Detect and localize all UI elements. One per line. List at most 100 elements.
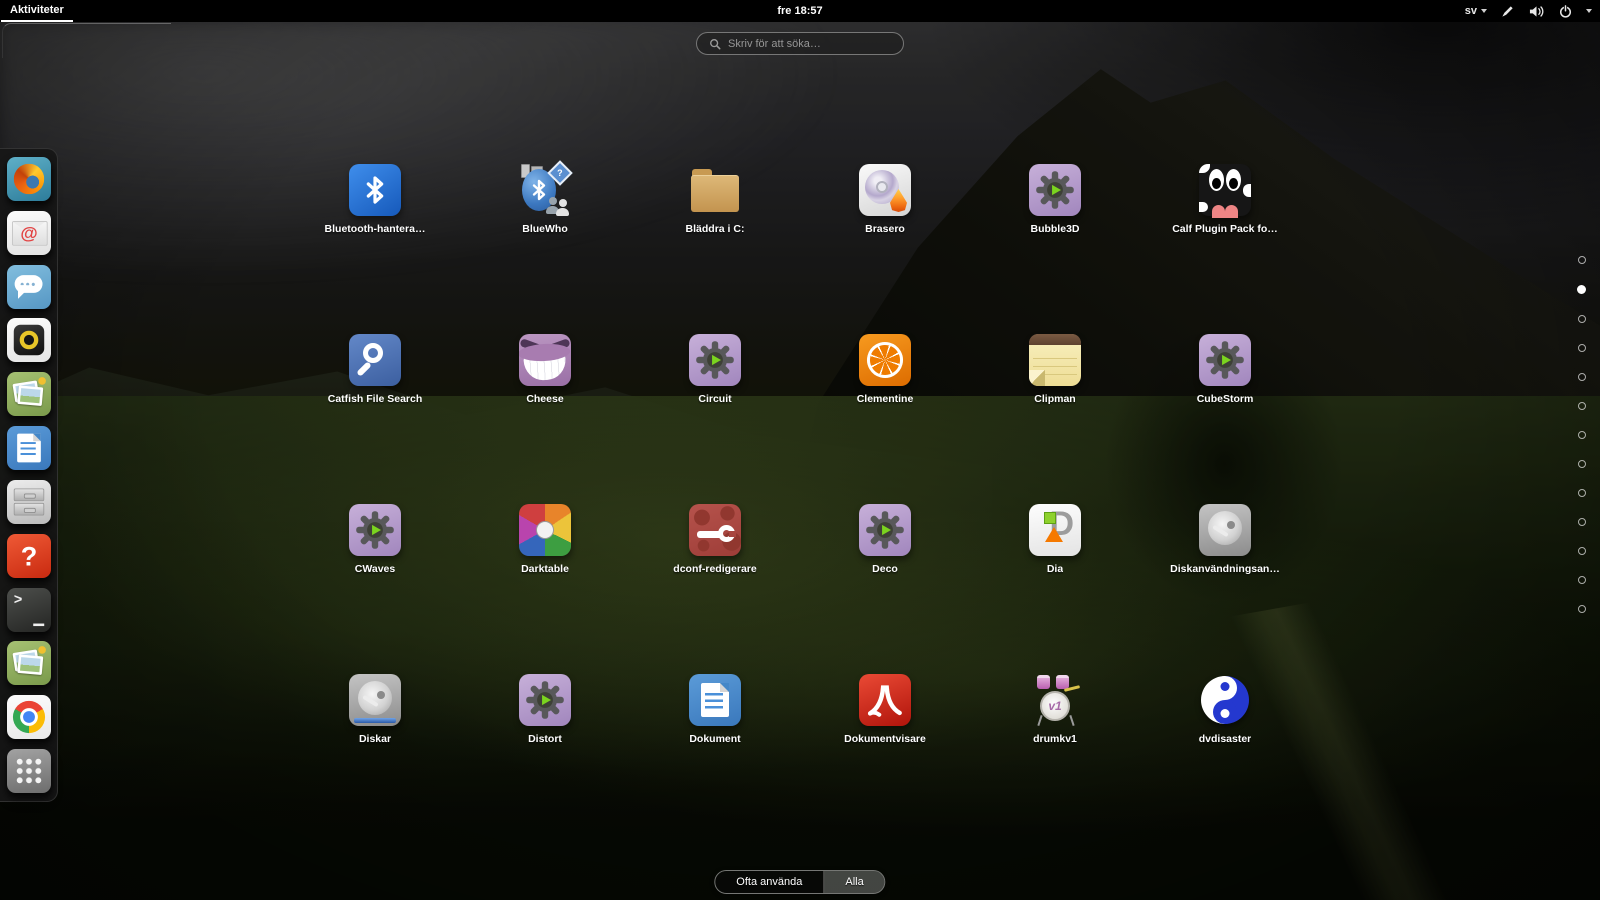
- disks-icon: [349, 674, 401, 726]
- pager-dot-5[interactable]: [1577, 402, 1586, 410]
- pager-dot-12[interactable]: [1577, 605, 1586, 613]
- magnifier-icon: [349, 334, 401, 386]
- app-dconf-redigerare[interactable]: dconf-redigerare: [630, 490, 800, 660]
- app-drumkv1[interactable]: v1 drumkv1: [970, 660, 1140, 830]
- app-bläddra-i-c[interactable]: Bläddra i C:: [630, 150, 800, 320]
- app-cwaves[interactable]: CWaves: [290, 490, 460, 660]
- app-clementine[interactable]: Clementine: [800, 320, 970, 490]
- pencil-icon[interactable]: [1500, 4, 1515, 19]
- pager-dot-6[interactable]: [1577, 431, 1586, 439]
- clock-menu[interactable]: fre 18:57: [777, 0, 822, 22]
- dock-item-app-grid-11[interactable]: [6, 748, 51, 793]
- app-label: CubeStorm: [1196, 393, 1254, 405]
- activities-button[interactable]: Aktiviteter: [1, 0, 73, 22]
- workspace-pager: [1577, 256, 1586, 613]
- app-label: drumkv1: [1033, 733, 1077, 745]
- app-label: Cheese: [526, 393, 564, 405]
- file-manager-icon: [6, 479, 51, 524]
- pager-dot-2[interactable]: [1577, 315, 1586, 323]
- app-label: CWaves: [354, 563, 396, 575]
- bluetooth-icon: [349, 164, 401, 216]
- photos-icon: [6, 372, 51, 417]
- app-cheese[interactable]: Cheese: [460, 320, 630, 490]
- dock-item-photos-4[interactable]: [6, 372, 51, 417]
- search-bar[interactable]: Skriv för att söka…: [696, 32, 904, 55]
- app-diskar[interactable]: Diskar: [290, 660, 460, 830]
- app-bluetooth-hantera[interactable]: Bluetooth-hantera…: [290, 150, 460, 320]
- app-clipman[interactable]: Clipman: [970, 320, 1140, 490]
- pager-dot-3[interactable]: [1577, 344, 1586, 352]
- dock-item-firefox-0[interactable]: [6, 157, 51, 201]
- app-grid: Bluetooth-hantera… ? BlueWho Bläddra i C: Br…: [290, 150, 1310, 830]
- app-dokument[interactable]: Dokument: [630, 660, 800, 830]
- document-icon: [6, 426, 51, 471]
- app-label: Diskanvändningsan…: [1170, 563, 1280, 575]
- app-deco[interactable]: Deco: [800, 490, 970, 660]
- disc-burner-icon: [859, 164, 911, 216]
- dock-item-document-5[interactable]: [6, 426, 51, 471]
- search-icon: [709, 38, 721, 50]
- chat-icon: •••: [6, 264, 51, 309]
- app-bubble3d[interactable]: Bubble3D: [970, 150, 1140, 320]
- power-icon[interactable]: [1558, 4, 1573, 19]
- dock-item-terminal-8[interactable]: >: [6, 587, 51, 632]
- app-label: Bluetooth-hantera…: [324, 223, 426, 235]
- system-indicators: sv: [1465, 0, 1592, 22]
- keyboard-layout-label: sv: [1464, 5, 1477, 17]
- email-icon: @: [6, 210, 51, 255]
- pager-dot-11[interactable]: [1577, 576, 1586, 584]
- pager-dot-4[interactable]: [1577, 373, 1586, 381]
- dock-item-music-player-3[interactable]: [6, 318, 51, 363]
- dock-item-photos-9[interactable]: [6, 641, 51, 686]
- app-label: BlueWho: [522, 223, 568, 235]
- app-brasero[interactable]: Brasero: [800, 150, 970, 320]
- aperture-icon: [519, 504, 571, 556]
- app-cubestorm[interactable]: CubeStorm: [1140, 320, 1310, 490]
- app-label: Darktable: [521, 563, 569, 575]
- app-distort[interactable]: Distort: [460, 660, 630, 830]
- app-label: Diskar: [358, 733, 392, 745]
- pager-dot-0[interactable]: [1577, 256, 1586, 264]
- app-diskanvändningsan[interactable]: Diskanvändningsan…: [1140, 490, 1310, 660]
- pager-dot-9[interactable]: [1577, 518, 1586, 526]
- yin-yang-icon: [1199, 674, 1251, 726]
- gear-play-icon: [1199, 334, 1251, 386]
- pager-dot-1[interactable]: [1577, 285, 1586, 294]
- dock: @ •••? >: [0, 148, 58, 802]
- app-label: Clipman: [1034, 393, 1076, 405]
- gear-play-icon: [1029, 164, 1081, 216]
- cow-face-icon: [1199, 164, 1251, 218]
- volume-icon[interactable]: [1528, 4, 1545, 19]
- gear-play-icon: [859, 504, 911, 556]
- app-dokumentvisare[interactable]: Dokumentvisare: [800, 660, 970, 830]
- app-label: Clementine: [856, 393, 914, 405]
- app-label: Bläddra i C:: [685, 223, 745, 235]
- app-bluewho[interactable]: ? BlueWho: [460, 150, 630, 320]
- chevron-down-icon[interactable]: [1586, 9, 1592, 13]
- dock-item-file-manager-6[interactable]: [6, 479, 51, 524]
- pager-dot-10[interactable]: [1577, 547, 1586, 555]
- gear-play-icon: [689, 334, 741, 386]
- dock-item-chrome-10[interactable]: [6, 695, 51, 740]
- tab-alla[interactable]: Alla: [824, 871, 885, 893]
- keyboard-layout-indicator[interactable]: sv: [1465, 5, 1487, 17]
- app-darktable[interactable]: Darktable: [460, 490, 630, 660]
- grin-icon: [519, 334, 571, 386]
- app-circuit[interactable]: Circuit: [630, 320, 800, 490]
- app-calf-plugin-pack-fo[interactable]: Calf Plugin Pack fo…: [1140, 150, 1310, 320]
- app-label: Distort: [528, 733, 562, 745]
- dock-item-help-7[interactable]: ?: [6, 533, 51, 578]
- dock-item-email-1[interactable]: @: [6, 210, 51, 255]
- app-label: Bubble3D: [1030, 223, 1080, 235]
- app-dia[interactable]: D Dia: [970, 490, 1140, 660]
- app-catfish-file-search[interactable]: Catfish File Search: [290, 320, 460, 490]
- orange-slice-icon: [859, 334, 911, 386]
- tab-ofta-använda[interactable]: Ofta använda: [715, 871, 825, 893]
- app-grid-icon: [6, 748, 51, 793]
- app-dvdisaster[interactable]: dvdisaster: [1140, 660, 1310, 830]
- photos-icon: [6, 641, 51, 686]
- pager-dot-8[interactable]: [1577, 489, 1586, 497]
- pager-dot-7[interactable]: [1577, 460, 1586, 468]
- app-label: Dia: [1046, 563, 1064, 575]
- dock-item-chat-2[interactable]: •••: [6, 264, 51, 309]
